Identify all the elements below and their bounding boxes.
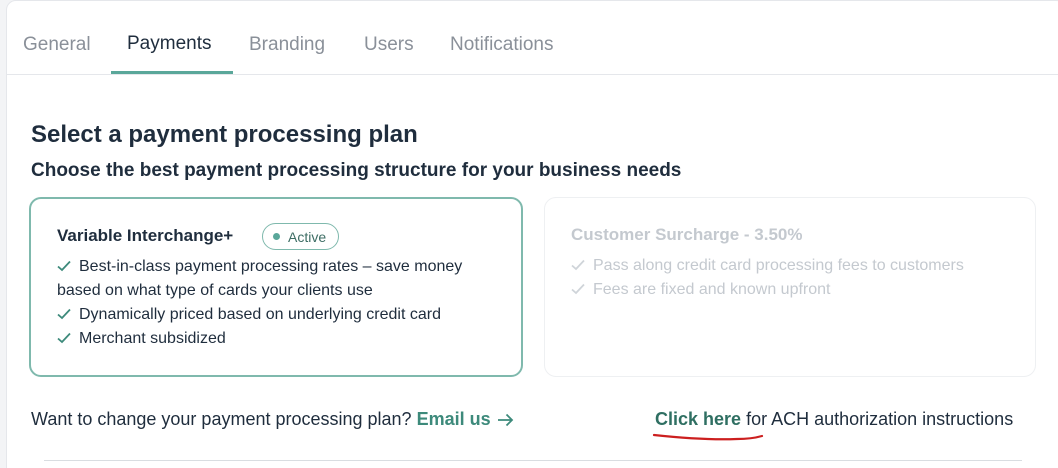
plan-card-variable-interchange[interactable]: Variable Interchange+ Active Best-in-cla…	[29, 197, 523, 377]
feature-text: Best-in-class payment processing rates –…	[57, 258, 463, 299]
settings-tabs: General Payments Branding Users Notifica…	[6, 0, 1058, 75]
section-divider	[44, 460, 1022, 461]
plan-features: Pass along credit card processing fees t…	[571, 254, 1021, 302]
feature-text: Pass along credit card processing fees t…	[593, 257, 964, 274]
check-icon	[571, 259, 585, 271]
plan-card-customer-surcharge[interactable]: Customer Surcharge - 3.50% Pass along cr…	[544, 197, 1036, 377]
feature-item: Best-in-class payment processing rates –…	[57, 255, 507, 303]
page-title: Select a payment processing plan	[31, 121, 418, 148]
tab-payments[interactable]: Payments	[127, 0, 211, 75]
ach-instructions: Click here for ACH authorization instruc…	[655, 409, 1013, 430]
plan-name: Variable Interchange+	[57, 226, 234, 245]
status-dot-icon	[273, 233, 280, 240]
tab-notifications[interactable]: Notifications	[450, 0, 554, 75]
feature-item: Merchant subsidized	[57, 327, 507, 351]
check-icon	[571, 283, 585, 295]
red-underline-annotation	[652, 433, 764, 441]
check-icon	[57, 260, 71, 272]
change-plan-prompt: Want to change your payment processing p…	[31, 409, 514, 432]
change-plan-text: Want to change your payment processing p…	[31, 409, 412, 429]
tab-users[interactable]: Users	[364, 0, 414, 75]
feature-text: Merchant subsidized	[79, 330, 226, 347]
feature-item: Dynamically priced based on underlying c…	[57, 303, 507, 327]
ach-click-here-link[interactable]: Click here	[655, 409, 741, 429]
status-badge: Active	[262, 223, 340, 250]
feature-item: Fees are fixed and known upfront	[571, 278, 1021, 302]
status-badge-label: Active	[288, 228, 327, 245]
feature-text: Fees are fixed and known upfront	[593, 281, 831, 298]
feature-item: Pass along credit card processing fees t…	[571, 254, 1021, 278]
check-icon	[57, 308, 71, 320]
plan-name: Customer Surcharge - 3.50%	[571, 225, 803, 244]
feature-text: Dynamically priced based on underlying c…	[79, 306, 441, 323]
arrow-right-icon	[497, 411, 514, 432]
email-us-label: Email us	[416, 409, 491, 429]
page-subtitle: Choose the best payment processing struc…	[31, 160, 682, 181]
tab-branding[interactable]: Branding	[249, 0, 325, 75]
plan-features: Best-in-class payment processing rates –…	[57, 255, 507, 351]
ach-instructions-text: for ACH authorization instructions	[746, 409, 1014, 429]
tab-general[interactable]: General	[23, 0, 91, 75]
check-icon	[57, 332, 71, 344]
email-us-link[interactable]: Email us	[417, 409, 514, 429]
active-tab-indicator	[111, 71, 233, 74]
